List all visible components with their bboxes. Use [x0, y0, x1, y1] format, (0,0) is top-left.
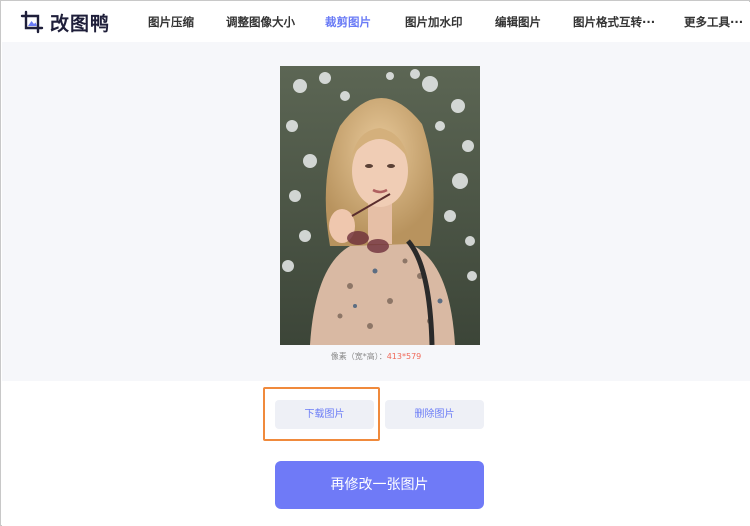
app-frame: 改图鸭 图片压缩 调整图像大小 裁剪图片 图片加水印 编辑图片 图片格式互转··… [0, 0, 750, 526]
top-navbar: 改图鸭 图片压缩 调整图像大小 裁剪图片 图片加水印 编辑图片 图片格式互转··… [2, 2, 750, 42]
image-edit-logo-icon [20, 10, 44, 34]
nav-item-compress[interactable]: 图片压缩 [148, 2, 194, 42]
nav-item-edit[interactable]: 编辑图片 [495, 2, 541, 42]
result-image [280, 66, 480, 345]
image-dimensions: 像素（宽*高）：413*579 [2, 351, 750, 362]
nav-item-crop[interactable]: 裁剪图片 [325, 2, 371, 42]
edit-another-button[interactable]: 再修改一张图片 [275, 461, 484, 509]
logo[interactable]: 改图鸭 [20, 10, 111, 35]
download-button[interactable]: 下载图片 [275, 400, 374, 429]
dimensions-label: 像素（宽*高）： [330, 352, 387, 361]
nav-item-watermark[interactable]: 图片加水印 [405, 2, 463, 42]
nav-item-more-tools[interactable]: 更多工具··· [684, 2, 743, 42]
nav-item-format-convert[interactable]: 图片格式互转··· [573, 2, 655, 42]
preview-area: 像素（宽*高）：413*579 [2, 42, 750, 381]
nav-item-resize[interactable]: 调整图像大小 [226, 2, 295, 42]
dimensions-value: 413*579 [386, 352, 422, 361]
delete-button[interactable]: 删除图片 [385, 400, 484, 429]
brand-name: 改图鸭 [50, 12, 111, 35]
